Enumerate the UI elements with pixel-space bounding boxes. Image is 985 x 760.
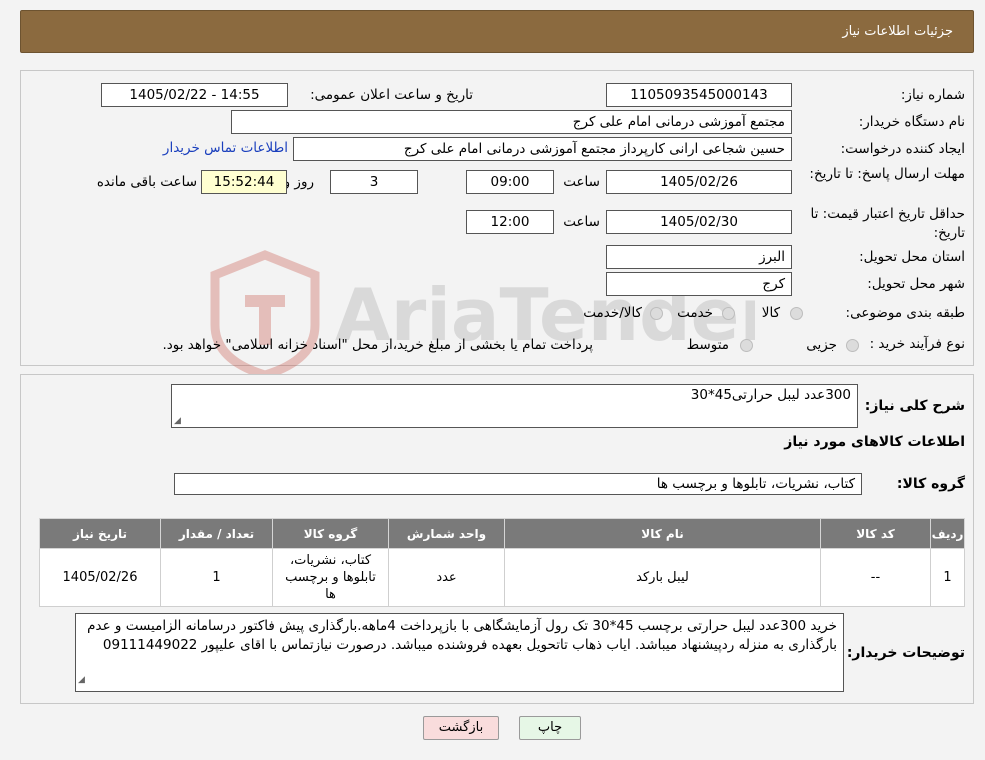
process-option-medium: متوسط	[686, 337, 729, 353]
process-label: نوع فرآیند خرید :	[869, 336, 965, 352]
col-goods-name: نام کالا	[504, 518, 821, 549]
col-unit: واحد شمارش	[388, 518, 505, 549]
remaining-time-label: ساعت باقی مانده	[96, 174, 197, 190]
col-goods-group: گروه کالا	[272, 518, 389, 549]
cell-quantity: 1	[160, 548, 273, 607]
process-option-small: جزیی	[806, 337, 837, 353]
validity-time-field: 12:00	[466, 210, 554, 234]
resize-handle-icon[interactable]: ◢	[78, 671, 85, 690]
goods-group-field: کتاب، نشریات، تابلوها و برچسب ها	[174, 473, 862, 495]
announce-label: تاریخ و ساعت اعلان عمومی:	[310, 87, 473, 103]
requester-field: حسین شجاعی ارانی کارپرداز مجتمع آموزشی د…	[293, 137, 792, 161]
validity-date-field: 1405/02/30	[606, 210, 792, 234]
reply-deadline-label: مهلت ارسال پاسخ: تا تاریخ:	[809, 166, 965, 182]
col-quantity: تعداد / مقدار	[160, 518, 273, 549]
goods-info-title: اطلاعات کالاهای مورد نیاز	[784, 434, 965, 450]
province-field: البرز	[606, 245, 792, 269]
reply-time-label: ساعت	[563, 174, 600, 190]
table-row: 1 -- لیبل بارکد عدد کتاب، نشریات، تابلوه…	[39, 548, 965, 607]
contact-buyer-link[interactable]: اطلاعات تماس خریدار	[163, 140, 288, 156]
city-label: شهر محل تحویل:	[867, 276, 965, 292]
goods-table: ردیف کد کالا نام کالا واحد شمارش گروه کا…	[39, 518, 965, 607]
buyer-org-field: مجتمع آموزشی درمانی امام علی کرج	[231, 110, 792, 134]
category-radio-goods-service[interactable]	[650, 307, 663, 320]
category-option-goods-service: کالا/خدمت	[583, 305, 642, 321]
page-title: جزئیات اطلاعات نیاز	[842, 24, 953, 39]
description-text: 300عدد لیبل حرارتی45*30	[690, 387, 851, 403]
page-header: جزئیات اطلاعات نیاز	[20, 10, 974, 53]
cell-unit: عدد	[388, 548, 505, 607]
cell-goods-name: لیبل بارکد	[504, 548, 821, 607]
buyer-notes-text: خرید 300عدد لیبل حرارتی برچسب 45*30 تک ر…	[87, 618, 837, 653]
cell-need-date: 1405/02/26	[39, 548, 161, 607]
category-label: طبقه بندی موضوعی:	[845, 305, 965, 321]
cell-goods-code: --	[820, 548, 931, 607]
table-header-row: ردیف کد کالا نام کالا واحد شمارش گروه کا…	[39, 518, 965, 549]
validity-time-label: ساعت	[563, 214, 600, 230]
process-note: پرداخت تمام یا بخشی از مبلغ خرید،از محل …	[162, 337, 593, 353]
buyer-notes-field: خرید 300عدد لیبل حرارتی برچسب 45*30 تک ر…	[75, 613, 844, 692]
city-field: کرج	[606, 272, 792, 296]
col-row-number: ردیف	[930, 518, 965, 549]
category-option-goods: کالا	[761, 305, 780, 321]
remaining-time-field: 15:52:44	[201, 170, 287, 194]
announce-field: 1405/02/22 - 14:55	[101, 83, 288, 107]
process-radio-small[interactable]	[846, 339, 859, 352]
category-radio-goods[interactable]	[790, 307, 803, 320]
province-label: استان محل تحویل:	[859, 249, 965, 265]
col-goods-code: کد کالا	[820, 518, 931, 549]
requester-label: ایجاد کننده درخواست:	[840, 141, 965, 157]
category-option-service: خدمت	[677, 305, 713, 321]
buyer-notes-label: توضیحات خریدار:	[846, 645, 965, 661]
days-label: روز و	[283, 174, 314, 190]
print-button[interactable]: چاپ	[519, 716, 581, 740]
need-number-label: شماره نیاز:	[900, 87, 965, 103]
col-need-date: تاریخ نیاز	[39, 518, 161, 549]
cell-row-number: 1	[930, 548, 965, 607]
description-label: شرح کلی نیاز:	[864, 398, 965, 414]
days-field: 3	[330, 170, 418, 194]
process-radio-medium[interactable]	[740, 339, 753, 352]
resize-handle-icon[interactable]: ◢	[174, 416, 181, 426]
need-number-field: 1105093545000143	[606, 83, 792, 107]
cell-goods-group: کتاب، نشریات، تابلوها و برچسب ها	[272, 548, 389, 607]
goods-group-label: گروه کالا:	[896, 476, 965, 492]
back-button[interactable]: بازگشت	[423, 716, 499, 740]
reply-time-field: 09:00	[466, 170, 554, 194]
buyer-org-label: نام دستگاه خریدار:	[858, 114, 965, 130]
price-validity-label: حداقل تاریخ اعتبار قیمت: تا تاریخ:	[810, 206, 965, 241]
category-radio-service[interactable]	[722, 307, 735, 320]
description-field: 300عدد لیبل حرارتی45*30 ◢	[171, 384, 858, 428]
reply-date-field: 1405/02/26	[606, 170, 792, 194]
